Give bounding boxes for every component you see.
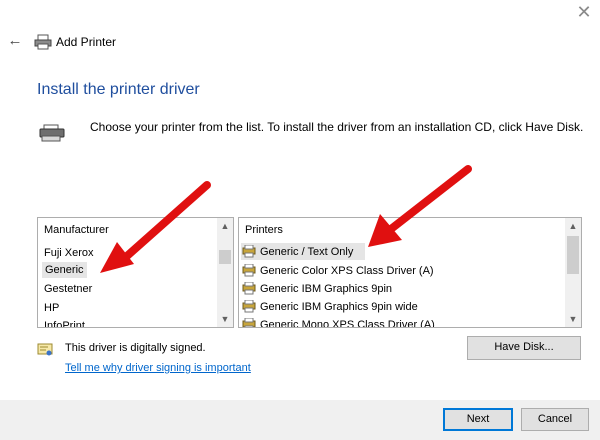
printers-scrollbar[interactable]: ▲ ▼ [565, 218, 581, 327]
manufacturer-item-hp[interactable]: HP [44, 302, 59, 314]
manufacturer-header: Manufacturer [44, 224, 109, 236]
printer-large-icon [38, 124, 68, 142]
scroll-up-icon[interactable]: ▲ [217, 218, 233, 234]
back-button[interactable]: ← [6, 32, 24, 50]
printer-item-generic-text-only[interactable]: Generic / Text Only [260, 246, 353, 258]
printer-driver-icon [242, 282, 256, 295]
close-button[interactable]: ✕ [572, 2, 596, 24]
scroll-down-icon[interactable]: ▼ [217, 311, 233, 327]
page-heading: Install the printer driver [37, 81, 200, 98]
driver-signing-link[interactable]: Tell me why driver signing is important [65, 362, 251, 374]
manufacturer-item-generic[interactable]: Generic [42, 262, 87, 278]
next-button[interactable]: Next [443, 408, 513, 431]
scroll-up-icon[interactable]: ▲ [565, 218, 581, 234]
scroll-thumb[interactable] [219, 250, 231, 264]
printer-driver-icon [242, 245, 256, 258]
printer-item-generic-ibm-9pin[interactable]: Generic IBM Graphics 9pin [260, 283, 392, 295]
printer-item-generic-ibm-9pin-wide[interactable]: Generic IBM Graphics 9pin wide [260, 301, 418, 313]
scroll-thumb[interactable] [567, 236, 579, 274]
printer-item-generic-mono-xps[interactable]: Generic Mono XPS Class Driver (A) [260, 319, 435, 327]
manufacturer-item-infoprint[interactable]: InfoPrint [44, 320, 85, 327]
manufacturer-list[interactable]: Manufacturer Fuji Xerox Generic Gestetne… [37, 217, 234, 328]
back-arrow-icon: ← [7, 32, 23, 49]
signed-certificate-icon [37, 343, 53, 357]
printer-item-generic-color-xps[interactable]: Generic Color XPS Class Driver (A) [260, 265, 434, 277]
instruction-text: Choose your printer from the list. To in… [90, 120, 584, 134]
scroll-down-icon[interactable]: ▼ [565, 311, 581, 327]
manufacturer-item-gestetner[interactable]: Gestetner [44, 283, 92, 295]
printers-list[interactable]: Printers Generic / Text Only Generic Col… [238, 217, 582, 328]
manufacturer-scrollbar[interactable]: ▲ ▼ [217, 218, 233, 327]
signed-status-text: This driver is digitally signed. [65, 342, 206, 354]
printer-icon [34, 34, 52, 50]
close-icon: ✕ [576, 2, 592, 22]
have-disk-button[interactable]: Have Disk... [467, 336, 581, 360]
printer-driver-icon [242, 300, 256, 313]
cancel-button[interactable]: Cancel [521, 408, 589, 431]
printer-driver-icon [242, 318, 256, 327]
printer-driver-icon [242, 264, 256, 277]
printers-header: Printers [245, 224, 283, 236]
window-title: Add Printer [56, 35, 117, 49]
manufacturer-item-fuji-xerox[interactable]: Fuji Xerox [44, 247, 94, 259]
